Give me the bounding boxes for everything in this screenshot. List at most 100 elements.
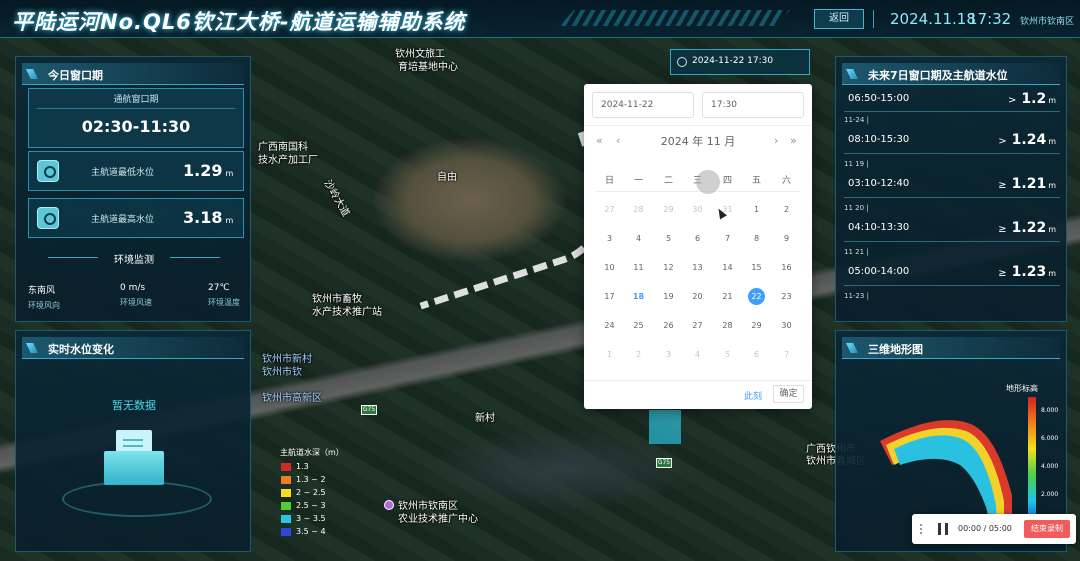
- future-row[interactable]: 11-24 | 08:10-15:30 >1.24 m: [844, 114, 1060, 154]
- map-label: 技水产加工厂: [258, 155, 318, 166]
- calendar-day[interactable]: 23: [772, 287, 801, 307]
- depth-legend: 主航道水深（m） 1.3 1.3 ~ 2 2 ~ 2.5 2.5 ~ 3 3 ~…: [276, 447, 344, 540]
- calendar-day[interactable]: 4: [624, 229, 653, 249]
- stop-recording-button[interactable]: 结束录制: [1024, 520, 1070, 538]
- confirm-button[interactable]: 确定: [773, 385, 804, 403]
- current-date: 2024.11.18: [890, 10, 976, 28]
- color-swatch: [281, 515, 291, 523]
- panel-title: 实时水位变化: [48, 343, 114, 356]
- weekday-label: 二: [663, 176, 673, 186]
- calendar-day[interactable]: 7: [713, 229, 742, 249]
- calendar-day[interactable]: 5: [654, 229, 683, 249]
- future-row[interactable]: 06:50-15:00 >1.2 m: [844, 88, 1060, 112]
- calendar-day[interactable]: 30: [683, 200, 712, 220]
- top-header: 平陆运河No.QL6钦江大桥-航道运输辅助系统 返回 2024.11.18 17…: [0, 0, 1080, 38]
- back-button[interactable]: 返回: [814, 9, 864, 29]
- calendar-day[interactable]: 12: [654, 258, 683, 278]
- future-time: 03:10-12:40: [848, 178, 910, 189]
- calendar-day[interactable]: 26: [654, 316, 683, 336]
- future-time: 05:00-14:00: [848, 266, 910, 277]
- next-year-button[interactable]: »: [790, 134, 797, 147]
- recording-time: 00:00 / 05:00: [958, 524, 1012, 533]
- calendar-day[interactable]: 17: [595, 287, 624, 307]
- date-picker-popup: 2024-11-22 17:30 « ‹ 2024 年 11 月 › » 日 一…: [584, 84, 812, 409]
- calendar-day[interactable]: 19: [654, 287, 683, 307]
- calendar-day[interactable]: 13: [683, 258, 712, 278]
- map-label: 钦州市高新区: [262, 393, 322, 404]
- calendar-day[interactable]: 2: [772, 200, 801, 220]
- calendar-day[interactable]: 10: [595, 258, 624, 278]
- calendar-day[interactable]: 21: [713, 287, 742, 307]
- calendar-day[interactable]: 3: [654, 345, 683, 365]
- picker-date-input[interactable]: 2024-11-22: [592, 92, 694, 118]
- calendar-day[interactable]: 1: [595, 345, 624, 365]
- future-row[interactable]: 11 19 | 03:10-12:40 ≥1.21 m: [844, 158, 1060, 198]
- picker-separator: [584, 125, 812, 126]
- pointer-highlight: [696, 170, 720, 194]
- future-level: >1.24 m: [998, 132, 1056, 148]
- calendar-day[interactable]: 25: [624, 316, 653, 336]
- panel-header: 未来7日窗口期及主航道水位: [842, 63, 1060, 85]
- calendar-day[interactable]: 28: [624, 200, 653, 220]
- panel-title-icon: [846, 69, 858, 79]
- depth-legend-item: 3 ~ 3.5: [276, 514, 344, 527]
- bridge-highlight[interactable]: [649, 410, 681, 444]
- future-time: 08:10-15:30: [848, 134, 910, 145]
- calendar-day[interactable]: 29: [654, 200, 683, 220]
- panel-title-icon: [26, 343, 38, 353]
- realtime-water-panel: 实时水位变化 暂无数据: [15, 330, 251, 552]
- future-row[interactable]: 11-23 |: [844, 290, 1060, 314]
- panel-title: 未来7日窗口期及主航道水位: [868, 69, 1008, 82]
- datetime-input[interactable]: 2024-11-22 17:30: [670, 49, 810, 75]
- datetime-value: 2024-11-22 17:30: [692, 56, 774, 66]
- now-button[interactable]: 此刻: [744, 389, 762, 402]
- calendar-day[interactable]: 4: [683, 345, 712, 365]
- depth-legend-item: 2.5 ~ 3: [276, 501, 344, 514]
- calendar-day[interactable]: 20: [683, 287, 712, 307]
- poi-marker[interactable]: [384, 500, 394, 510]
- calendar-day[interactable]: 29: [742, 316, 771, 336]
- panel-title: 今日窗口期: [48, 69, 103, 82]
- calendar-day[interactable]: 8: [742, 229, 771, 249]
- calendar-day[interactable]: 6: [742, 345, 771, 365]
- calendar-day[interactable]: 11: [624, 258, 653, 278]
- calendar-day[interactable]: 27: [595, 200, 624, 220]
- color-swatch: [281, 476, 291, 484]
- future-level: ≥1.22 m: [998, 220, 1056, 236]
- picker-footer-divider: [584, 380, 812, 381]
- calendar-day[interactable]: 30: [772, 316, 801, 336]
- future-row[interactable]: 11 21 | 05:00-14:00 ≥1.23 m: [844, 246, 1060, 286]
- pause-icon[interactable]: [938, 523, 948, 535]
- terrain-legend-title: 地形标高: [1006, 384, 1038, 393]
- highest-level-value: 3.18 m: [183, 208, 234, 227]
- next-month-button[interactable]: ›: [774, 134, 778, 147]
- calendar-day[interactable]: 27: [683, 316, 712, 336]
- calendar-day[interactable]: 16: [772, 258, 801, 278]
- calendar-day[interactable]: 28: [713, 316, 742, 336]
- calendar-day[interactable]: 1: [742, 200, 771, 220]
- future-date: 11 19 |: [844, 160, 869, 168]
- calendar-day[interactable]: 5: [713, 345, 742, 365]
- panel-header: 三维地形图: [842, 337, 1060, 359]
- future-date: 11 20 |: [844, 204, 869, 212]
- calendar-day[interactable]: 15: [742, 258, 771, 278]
- calendar-day[interactable]: 6: [683, 229, 712, 249]
- calendar-day[interactable]: 3: [595, 229, 624, 249]
- calendar-day[interactable]: 24: [595, 316, 624, 336]
- colorbar-tick: 8.000: [1041, 407, 1059, 414]
- current-time: 17:32: [968, 10, 1012, 28]
- platform-ring: [62, 481, 212, 517]
- calendar-day[interactable]: 7: [772, 345, 801, 365]
- weekday-label: 五: [751, 176, 761, 186]
- calendar-day[interactable]: 22: [742, 287, 771, 307]
- drag-handle-icon[interactable]: [920, 524, 924, 534]
- calendar-day[interactable]: 18: [624, 287, 653, 307]
- future-row[interactable]: 11 20 | 04:10-13:30 ≥1.22 m: [844, 202, 1060, 242]
- road-badge: G75: [361, 405, 377, 415]
- calendar-day[interactable]: 2: [624, 345, 653, 365]
- map-label: 自由: [437, 172, 457, 183]
- calendar-day[interactable]: 14: [713, 258, 742, 278]
- picker-time-input[interactable]: 17:30: [702, 92, 804, 118]
- calendar-day[interactable]: 9: [772, 229, 801, 249]
- no-data-text: 暂无数据: [112, 399, 156, 412]
